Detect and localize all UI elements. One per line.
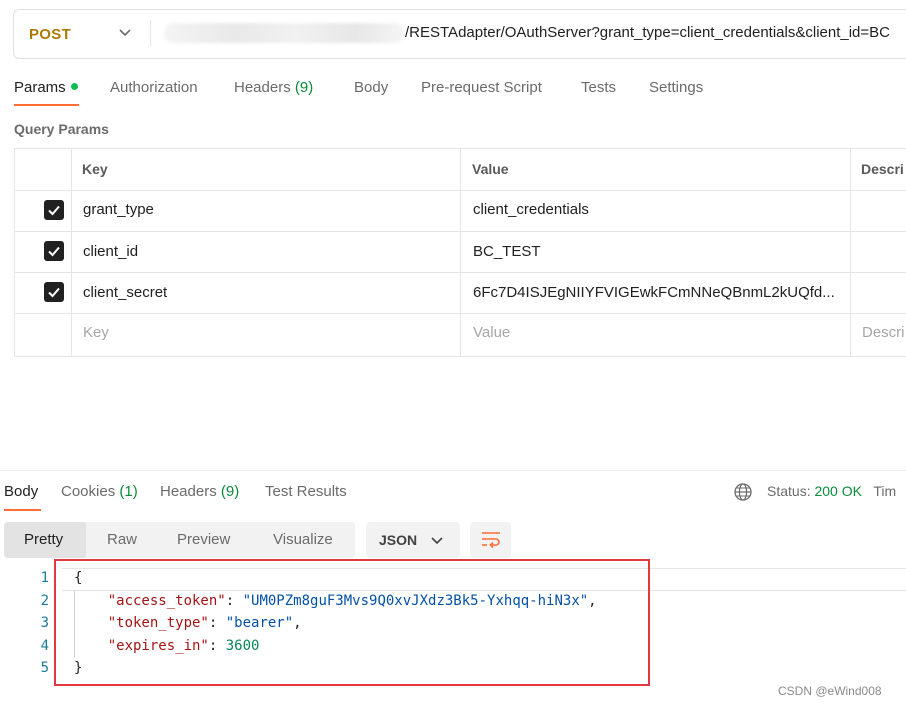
status-value[interactable]: 200 OK: [814, 483, 861, 499]
new-param-value-input[interactable]: Value: [473, 324, 510, 341]
table-row-divider: [14, 313, 906, 314]
highlight-annotation-box: [54, 559, 650, 686]
checkmark-icon: [48, 246, 60, 257]
param-key[interactable]: client_id: [83, 243, 138, 260]
view-mode-visualize[interactable]: Visualize: [273, 531, 333, 548]
wrap-lines-button[interactable]: [470, 522, 511, 558]
tab-count: (9): [220, 483, 240, 500]
param-value[interactable]: BC_TEST: [473, 243, 541, 260]
tab-headers[interactable]: Headers (9): [234, 79, 313, 96]
url-input[interactable]: /RESTAdapter/OAuthServer?grant_type=clie…: [405, 24, 890, 41]
table-row-divider: [14, 231, 906, 232]
tab-count: (9): [294, 79, 314, 96]
url-redacted-host: [164, 23, 404, 43]
tab-authorization[interactable]: Authorization: [110, 79, 198, 96]
tab-tests[interactable]: Tests: [581, 79, 616, 96]
view-mode-preview[interactable]: Preview: [177, 531, 230, 548]
new-param-description-input[interactable]: Descri: [862, 324, 905, 341]
params-active-dot: [70, 83, 78, 90]
column-header-key: Key: [82, 161, 108, 177]
view-mode-pretty[interactable]: Pretty: [24, 531, 63, 548]
line-number: 1: [40, 570, 49, 586]
line-number: 3: [40, 615, 49, 631]
tab-body[interactable]: Body: [354, 79, 388, 96]
response-tab-test-results[interactable]: Test Results: [265, 483, 347, 500]
tab-count: (1): [119, 483, 138, 500]
query-params-title: Query Params: [14, 121, 109, 137]
line-number: 5: [40, 660, 49, 676]
format-label: JSON: [379, 532, 418, 548]
tab-pre-request-script[interactable]: Pre-request Script: [421, 79, 542, 96]
url-separator: [150, 20, 151, 46]
table-row-divider: [14, 272, 906, 273]
param-checkbox[interactable]: [44, 200, 64, 220]
url-bar: POST /RESTAdapter/OAuthServer?grant_type…: [13, 9, 906, 59]
param-value[interactable]: 6Fc7D4ISJEgNIIYFVIGEwkFCmNNeQBnmL2kUQfd.…: [473, 284, 835, 301]
tab-label: Cookies: [61, 483, 116, 500]
tab-label: Headers: [160, 483, 217, 500]
view-mode-raw[interactable]: Raw: [107, 531, 137, 548]
param-value[interactable]: client_credentials: [473, 201, 589, 218]
table-row-divider: [14, 190, 906, 191]
response-divider: [0, 470, 906, 471]
param-checkbox[interactable]: [44, 282, 64, 302]
response-tab-headers[interactable]: Headers (9): [160, 483, 239, 500]
checkmark-icon: [48, 287, 60, 298]
column-header-description: Descri: [861, 161, 904, 177]
tab-label: Headers: [234, 79, 291, 96]
response-tab-cookies[interactable]: Cookies (1): [61, 483, 138, 500]
wrap-lines-icon: [482, 532, 500, 549]
line-number: 4: [40, 638, 49, 654]
checkmark-icon: [48, 205, 60, 216]
chevron-down-icon[interactable]: [116, 23, 134, 41]
param-key[interactable]: client_secret: [83, 284, 167, 301]
method-select[interactable]: POST: [29, 26, 71, 43]
column-header-value: Value: [472, 161, 509, 177]
chevron-down-icon: [431, 537, 443, 545]
response-tab-body[interactable]: Body: [4, 483, 38, 500]
globe-icon[interactable]: [733, 482, 753, 502]
tab-settings[interactable]: Settings: [649, 79, 703, 96]
table-divider: [850, 148, 851, 356]
time-label: Tim: [873, 483, 897, 499]
tab-params[interactable]: Params: [14, 79, 78, 96]
param-checkbox[interactable]: [44, 241, 64, 261]
tab-label: Params: [14, 79, 66, 96]
watermark: CSDN @eWind008: [778, 684, 882, 698]
table-divider: [460, 148, 461, 356]
active-tab-indicator: [14, 104, 79, 106]
status-label: Status:: [767, 483, 811, 499]
table-divider: [71, 148, 72, 356]
param-key[interactable]: grant_type: [83, 201, 154, 218]
active-response-tab-indicator: [4, 509, 41, 511]
new-param-key-input[interactable]: Key: [83, 324, 109, 341]
line-number: 2: [40, 593, 49, 609]
response-status: Status: 200 OK Tim: [767, 483, 896, 499]
